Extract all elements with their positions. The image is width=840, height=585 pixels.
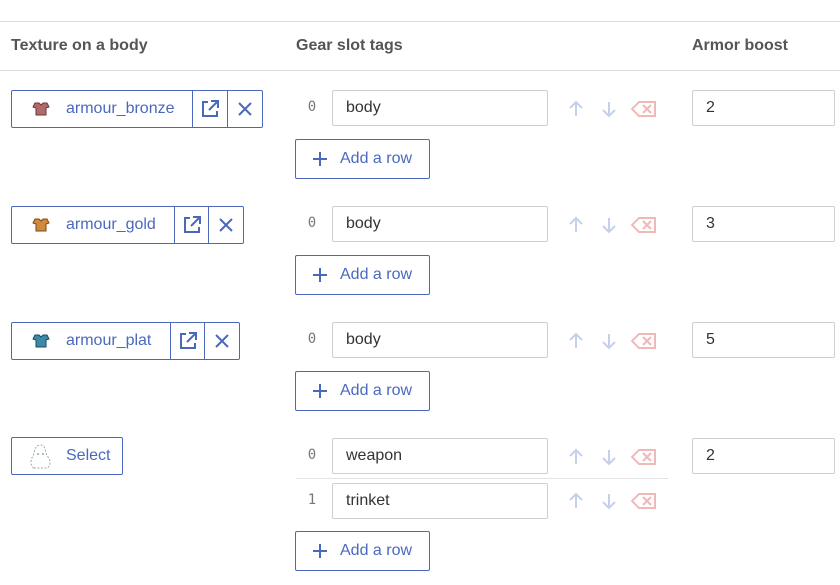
armor-boost-input[interactable]: 5 (692, 322, 835, 358)
delete-tag-button[interactable] (631, 330, 657, 352)
plus-icon (313, 544, 327, 558)
move-up-button[interactable] (565, 330, 587, 352)
armor-boost-input[interactable]: 2 (692, 90, 835, 126)
delete-tag-button[interactable] (631, 490, 657, 512)
armor-boost-input[interactable]: 2 (692, 438, 835, 474)
close-icon (219, 218, 233, 232)
texture-asset-name[interactable]: armour_plat (12, 323, 170, 359)
add-row-button[interactable]: Add a row (295, 371, 430, 411)
tag-input[interactable]: trinket (332, 483, 548, 519)
external-link-icon (179, 332, 197, 349)
tag-index: 0 (307, 215, 317, 231)
backspace-delete-icon (631, 493, 656, 509)
backspace-delete-icon (631, 101, 656, 117)
arrow-down-icon (602, 334, 616, 350)
delete-tag-button[interactable] (631, 98, 657, 120)
plus-icon (313, 384, 327, 398)
move-up-button[interactable] (565, 214, 587, 236)
texture-label: armour_plat (66, 332, 152, 349)
plus-icon (313, 268, 327, 282)
column-header-texture: Texture on a body (11, 37, 148, 54)
top-divider (0, 21, 840, 22)
clear-texture-button[interactable] (204, 323, 239, 359)
external-link-icon (183, 216, 201, 233)
column-header-armor: Armor boost (692, 37, 788, 54)
column-header-tags: Gear slot tags (296, 37, 403, 54)
arrow-down-icon (602, 450, 616, 466)
clear-texture-button[interactable] (227, 91, 262, 127)
backspace-delete-icon (631, 333, 656, 349)
armor-boost-input[interactable]: 3 (692, 206, 835, 242)
arrow-down-icon (602, 102, 616, 118)
arrow-up-icon (569, 492, 583, 508)
texture-asset-name[interactable]: armour_bronze (12, 91, 192, 127)
delete-tag-button[interactable] (631, 446, 657, 468)
tag-divider (296, 478, 668, 479)
move-up-button[interactable] (565, 490, 587, 512)
texture-label: armour_gold (66, 216, 156, 233)
open-texture-button[interactable] (169, 323, 205, 359)
texture-asset-chip: armour_plat (11, 322, 240, 360)
add-row-label: Add a row (340, 382, 413, 399)
move-down-button[interactable] (598, 330, 620, 352)
clear-texture-button[interactable] (208, 207, 243, 243)
texture-asset-name[interactable]: armour_gold (12, 207, 174, 243)
texture-asset-chip: armour_bronze (11, 90, 263, 128)
tag-input[interactable]: body (332, 90, 548, 126)
add-row-button[interactable]: Add a row (295, 531, 430, 571)
armour-plat-thumbnail (32, 334, 50, 348)
arrow-up-icon (569, 448, 583, 464)
move-up-button[interactable] (565, 446, 587, 468)
add-row-label: Add a row (340, 150, 413, 167)
texture-asset-chip: armour_gold (11, 206, 244, 244)
plus-icon (313, 152, 327, 166)
close-icon (238, 102, 252, 116)
backspace-delete-icon (631, 217, 656, 233)
open-texture-button[interactable] (173, 207, 209, 243)
add-row-label: Add a row (340, 542, 413, 559)
armour-gold-thumbnail (32, 218, 50, 232)
select-texture-main[interactable]: Select (12, 438, 123, 474)
tag-input[interactable]: body (332, 206, 548, 242)
arrow-up-icon (569, 332, 583, 348)
arrow-down-icon (602, 494, 616, 510)
add-row-button[interactable]: Add a row (295, 139, 430, 179)
select-label: Select (66, 447, 111, 464)
arrow-up-icon (569, 100, 583, 116)
tag-input[interactable]: weapon (332, 438, 548, 474)
texture-label: armour_bronze (66, 100, 175, 117)
arrow-down-icon (602, 218, 616, 234)
header-divider (0, 70, 840, 71)
delete-tag-button[interactable] (631, 214, 657, 236)
move-down-button[interactable] (598, 446, 620, 468)
tag-input[interactable]: body (332, 322, 548, 358)
add-row-label: Add a row (340, 266, 413, 283)
add-row-button[interactable]: Add a row (295, 255, 430, 295)
tag-index: 0 (307, 447, 317, 463)
backspace-delete-icon (631, 449, 656, 465)
move-down-button[interactable] (598, 98, 620, 120)
armour-bronze-thumbnail (32, 102, 50, 116)
tag-index: 0 (307, 99, 317, 115)
select-texture-button[interactable]: Select (11, 437, 123, 475)
move-down-button[interactable] (598, 214, 620, 236)
move-up-button[interactable] (565, 98, 587, 120)
external-link-icon (202, 100, 220, 117)
tag-index: 0 (307, 331, 317, 347)
close-icon (215, 334, 229, 348)
tag-index: 1 (307, 492, 317, 508)
open-texture-button[interactable] (192, 91, 227, 127)
placeholder-ghost-icon (30, 444, 51, 469)
move-down-button[interactable] (598, 490, 620, 512)
arrow-up-icon (569, 216, 583, 232)
